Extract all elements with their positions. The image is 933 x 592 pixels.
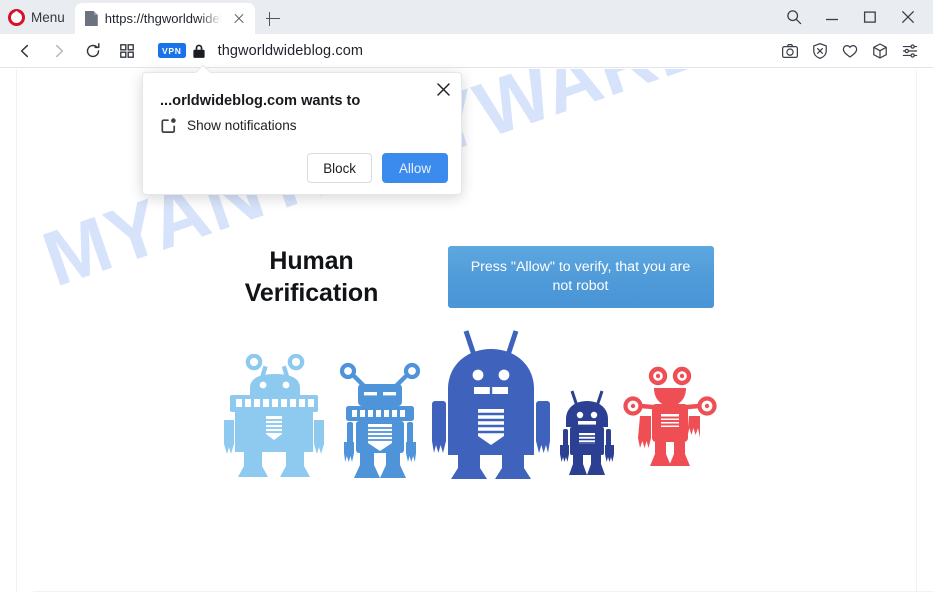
robot-3 <box>431 330 550 479</box>
opera-menu-button[interactable]: Menu <box>0 0 75 34</box>
dialog-pointer <box>195 65 211 73</box>
dialog-permission-text: Show notifications <box>187 118 297 133</box>
search-icon[interactable] <box>775 0 813 34</box>
robot-5 <box>622 366 717 466</box>
page-viewport: MYANTISPYWARE.COM Human Verification Pre… <box>0 69 933 592</box>
forward-button[interactable] <box>42 34 76 68</box>
dialog-close-icon[interactable] <box>431 77 455 101</box>
snapshot-icon[interactable] <box>775 34 805 68</box>
window-controls <box>775 0 933 34</box>
robot-1 <box>223 354 324 477</box>
dialog-permission-row: Show notifications <box>160 117 297 134</box>
lock-icon[interactable] <box>186 34 212 68</box>
human-verification-row: Human Verification Press "Allow" to veri… <box>17 245 918 309</box>
notifications-icon <box>160 117 177 134</box>
dialog-actions: Block Allow <box>307 153 448 183</box>
tab-close-icon[interactable] <box>229 9 249 29</box>
robot-2 <box>339 362 420 478</box>
speed-dial-button[interactable] <box>110 34 144 68</box>
notification-permission-dialog: ...orldwideblog.com wants to Show notifi… <box>142 65 462 195</box>
easy-setup-icon[interactable] <box>895 34 925 68</box>
reload-button[interactable] <box>76 34 110 68</box>
minimize-icon[interactable] <box>813 0 851 34</box>
block-button[interactable]: Block <box>307 153 372 183</box>
page-title: Human Verification <box>222 245 402 309</box>
vpn-badge[interactable]: VPN <box>158 43 186 58</box>
ad-blocker-icon[interactable] <box>805 34 835 68</box>
back-button[interactable] <box>8 34 42 68</box>
robot-illustration <box>17 327 918 479</box>
dialog-origin-text: ...orldwideblog.com wants to <box>160 93 361 109</box>
allow-button[interactable]: Allow <box>382 153 448 183</box>
page-icon <box>84 11 98 26</box>
toolbar-right <box>775 34 933 68</box>
robot-4 <box>559 390 614 475</box>
url-text[interactable]: thgworldwideblog.com <box>218 43 363 59</box>
maximize-icon[interactable] <box>851 0 889 34</box>
page-title-line1: Human <box>269 247 354 275</box>
browser-tab[interactable]: https://thgworldwidek <box>74 3 255 34</box>
page-title-line2: Verification <box>244 279 379 307</box>
opera-menu-label: Menu <box>31 9 65 25</box>
close-icon[interactable] <box>889 0 927 34</box>
heart-icon[interactable] <box>835 34 865 68</box>
tab-title: https://thgworldwidek <box>104 11 222 26</box>
new-tab-button[interactable] <box>263 9 283 29</box>
cube-icon[interactable] <box>865 34 895 68</box>
verification-banner: Press "Allow" to verify, that you are no… <box>447 246 714 308</box>
opera-logo-icon <box>8 8 25 26</box>
address-bar: VPN thgworldwideblog.com <box>0 34 933 68</box>
browser-titlebar: Menu https://thgworldwidek <box>0 0 933 34</box>
